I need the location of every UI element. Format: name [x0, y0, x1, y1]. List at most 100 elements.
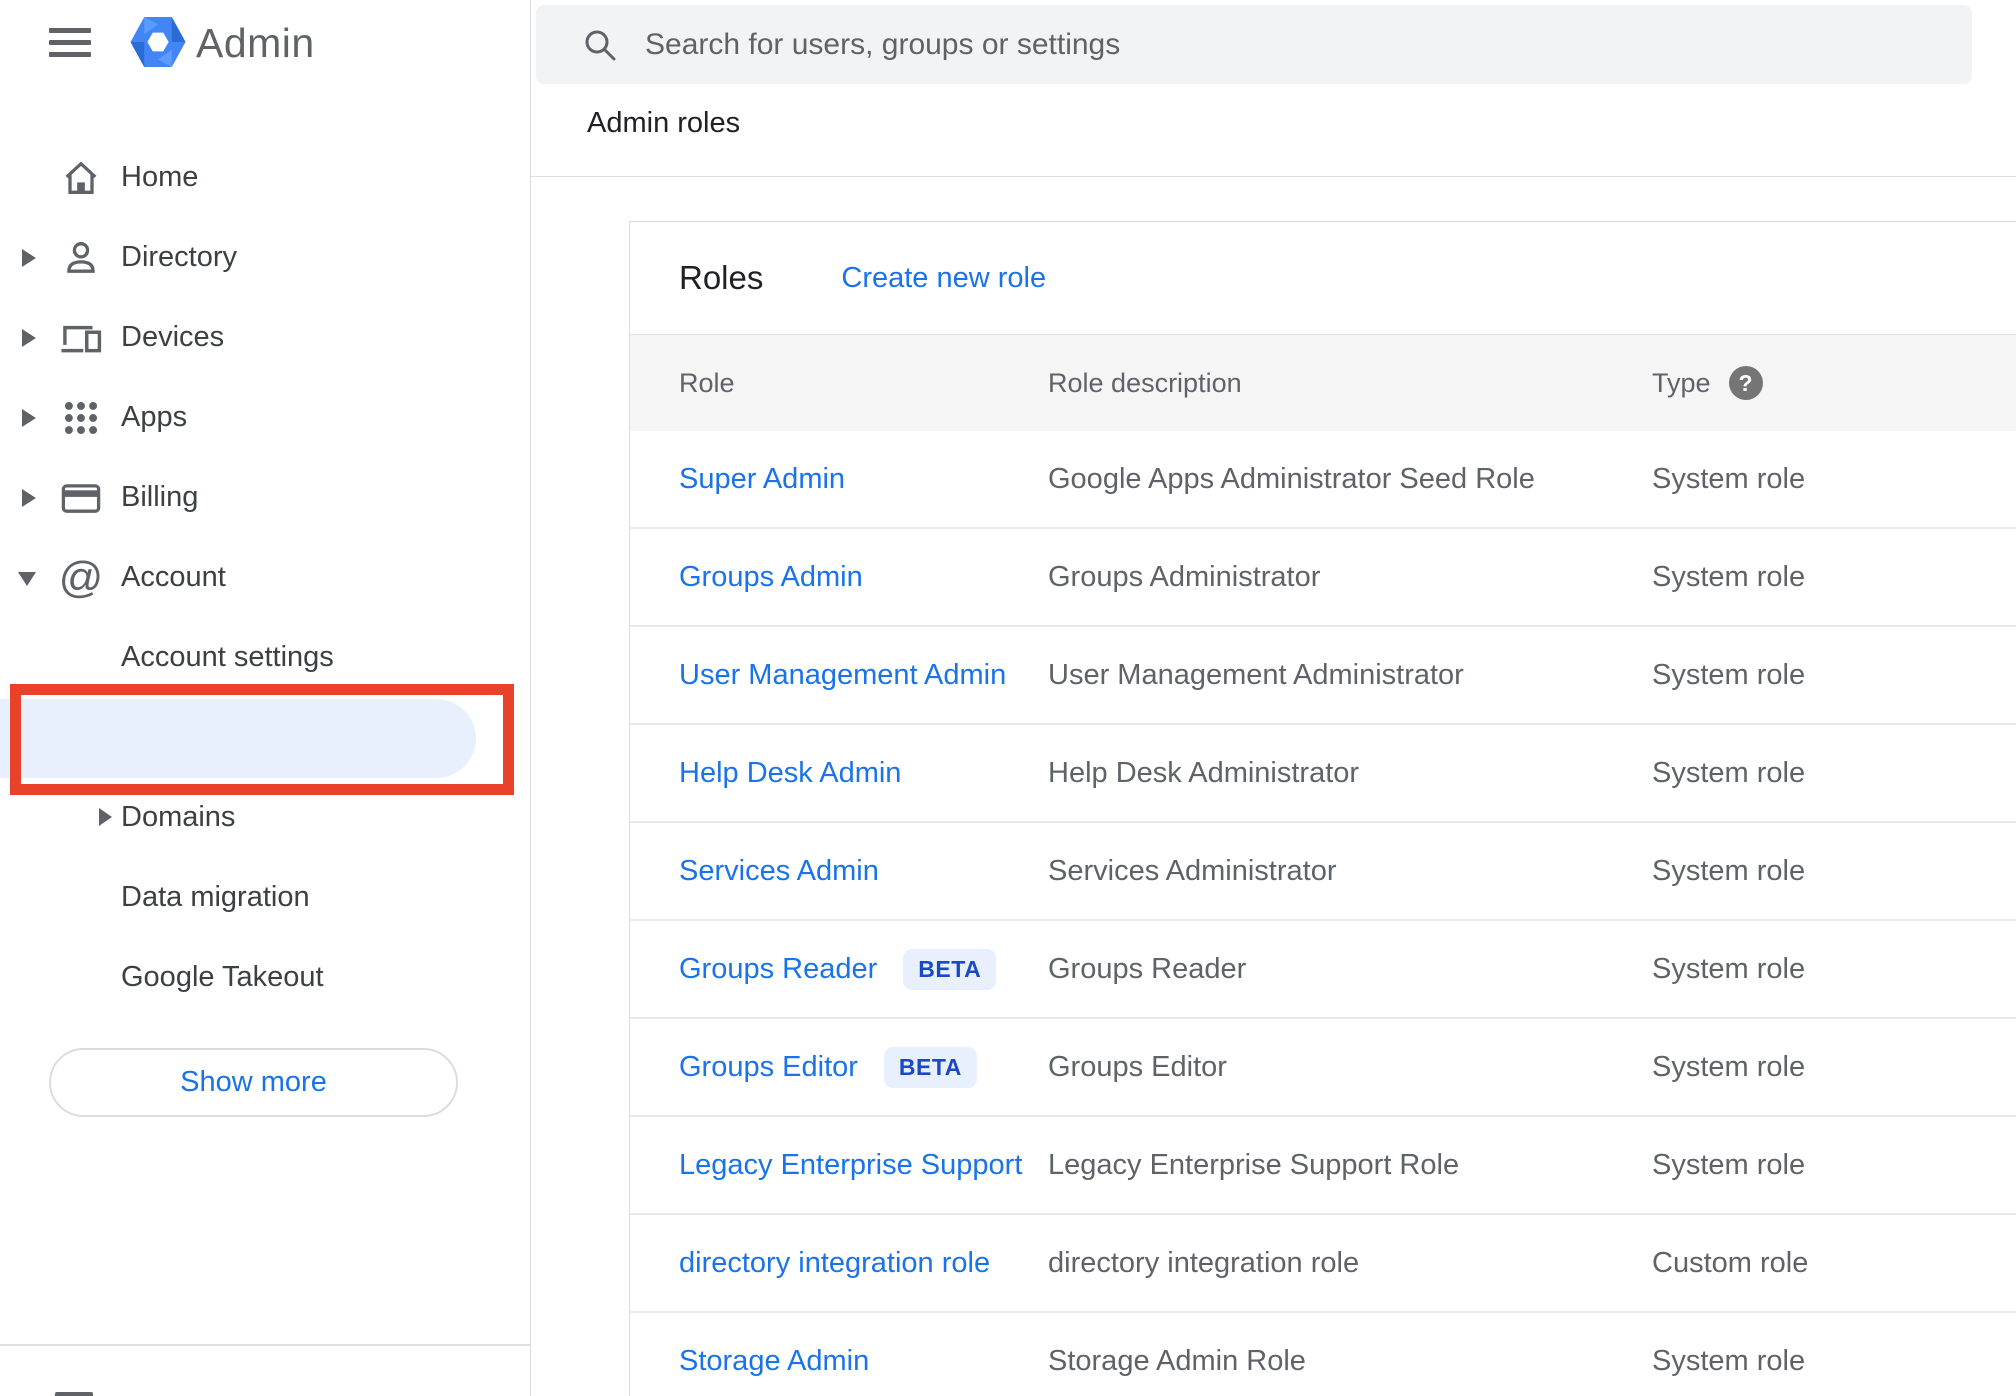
- table-row: directory integration role directory int…: [630, 1215, 2016, 1313]
- hamburger-menu-icon[interactable]: [49, 28, 91, 58]
- expand-caret-icon[interactable]: [22, 489, 36, 507]
- role-link[interactable]: Storage Admin: [679, 1345, 869, 1378]
- beta-badge: BETA: [883, 1046, 977, 1088]
- role-link[interactable]: Groups Reader: [679, 953, 877, 986]
- role-type: System role: [1652, 1050, 1806, 1083]
- home-icon: [58, 155, 104, 201]
- table-header-row: Role Role description Type ?: [630, 334, 2016, 431]
- roles-card: Roles Create new role Role Role descript…: [629, 221, 2016, 1396]
- role-link[interactable]: Help Desk Admin: [679, 757, 901, 790]
- sidebar-item-label: Account: [121, 560, 226, 593]
- sidebar-item-label: Account settings: [121, 640, 334, 673]
- sidebar-item-label: Data migration: [121, 880, 310, 913]
- breadcrumb: Admin roles: [587, 107, 741, 139]
- at-icon: @: [58, 553, 104, 602]
- apps-grid-icon: [58, 395, 104, 441]
- role-type: System role: [1652, 854, 1806, 887]
- search-input[interactable]: [645, 27, 1845, 62]
- cutoff-icon: [55, 1392, 93, 1396]
- sidebar-item-account[interactable]: @ Account: [0, 537, 530, 617]
- sidebar-item-label: Home: [121, 160, 199, 193]
- column-header-description: Role description: [1048, 367, 1242, 398]
- card-title: Roles: [679, 259, 764, 296]
- breadcrumb-bar: Admin roles: [531, 84, 2016, 177]
- role-description: Storage Admin Role: [1048, 1344, 1306, 1377]
- sidebar-item-label: Directory: [121, 240, 238, 273]
- search-bar[interactable]: [536, 5, 1972, 84]
- role-link[interactable]: Services Admin: [679, 855, 879, 888]
- role-description: Services Administrator: [1048, 854, 1337, 887]
- sidebar-item-account-settings[interactable]: Account settings: [0, 617, 530, 697]
- table-row: Help Desk Admin Help Desk Administrator …: [630, 725, 2016, 823]
- table-row: Storage Admin Storage Admin Role System …: [630, 1313, 2016, 1396]
- sidebar-item-label: Domains: [121, 800, 236, 833]
- roles-card-header: Roles Create new role: [630, 222, 2016, 334]
- help-icon[interactable]: ?: [1728, 366, 1763, 400]
- sidebar-item-label: Devices: [121, 320, 225, 353]
- main-content: Admin roles Roles Create new role Role R…: [530, 0, 2016, 1396]
- table-row: User Management Admin User Management Ad…: [630, 627, 2016, 725]
- role-description: Groups Administrator: [1048, 560, 1321, 593]
- table-row: Services Admin Services Administrator Sy…: [630, 823, 2016, 921]
- role-description: directory integration role: [1048, 1246, 1360, 1279]
- create-new-role-link[interactable]: Create new role: [841, 262, 1046, 295]
- sidebar-nav: Home Directory Devices Apps Billing @ Ac…: [0, 137, 530, 1017]
- role-type: System role: [1652, 560, 1806, 593]
- show-more-button[interactable]: Show more: [49, 1048, 458, 1117]
- table-row: Groups Reader BETA Groups Reader System …: [630, 921, 2016, 1019]
- sidebar-bottom-divider: [0, 1344, 530, 1346]
- role-link[interactable]: Super Admin: [679, 463, 845, 496]
- billing-card-icon: [58, 475, 104, 521]
- table-row: Super Admin Google Apps Administrator Se…: [630, 431, 2016, 529]
- role-link[interactable]: Legacy Enterprise Support: [679, 1149, 1022, 1182]
- person-icon: [58, 235, 104, 281]
- sidebar-item-home[interactable]: Home: [0, 137, 530, 217]
- role-link[interactable]: Groups Admin: [679, 561, 863, 594]
- sidebar-item-domains[interactable]: Domains: [0, 777, 530, 857]
- role-description: Groups Reader: [1048, 952, 1247, 985]
- role-type: System role: [1652, 462, 1806, 495]
- column-header-role: Role: [679, 367, 735, 398]
- sidebar-item-label: Google Takeout: [121, 960, 324, 993]
- role-type: Custom role: [1652, 1246, 1809, 1279]
- role-description: Google Apps Administrator Seed Role: [1048, 462, 1535, 495]
- sidebar-item-google-takeout[interactable]: Google Takeout: [0, 937, 530, 1017]
- role-description: Legacy Enterprise Support Role: [1048, 1148, 1460, 1181]
- role-type: System role: [1652, 1148, 1806, 1181]
- table-row: Groups Editor BETA Groups Editor System …: [630, 1019, 2016, 1117]
- role-description: Groups Editor: [1048, 1050, 1227, 1083]
- admin-logo-icon: [128, 11, 188, 73]
- beta-badge: BETA: [903, 948, 997, 990]
- sidebar-item-devices[interactable]: Devices: [0, 297, 530, 377]
- sidebar-item-apps[interactable]: Apps: [0, 377, 530, 457]
- expand-caret-icon[interactable]: [22, 409, 36, 427]
- sidebar-item-data-migration[interactable]: Data migration: [0, 857, 530, 937]
- devices-icon: [58, 315, 104, 361]
- table-row: Groups Admin Groups Administrator System…: [630, 529, 2016, 627]
- role-link[interactable]: User Management Admin: [679, 659, 1006, 692]
- column-header-type: Type ?: [1652, 366, 2016, 400]
- table-row: Legacy Enterprise Support Legacy Enterpr…: [630, 1117, 2016, 1215]
- search-icon: [585, 30, 616, 60]
- app-header: Admin: [0, 0, 530, 84]
- sidebar-item-label: Apps: [121, 400, 188, 433]
- sidebar-item-label: Billing: [121, 480, 199, 513]
- selected-item-highlight: [0, 699, 476, 778]
- app-title: Admin: [196, 20, 315, 66]
- role-type: System role: [1652, 756, 1806, 789]
- expand-caret-icon[interactable]: [22, 329, 36, 347]
- role-description: User Management Administrator: [1048, 658, 1464, 691]
- column-header-type-label: Type: [1652, 367, 1711, 398]
- sidebar: Admin Home Directory Devices Apps Billin…: [0, 0, 530, 1396]
- expand-caret-icon[interactable]: [22, 249, 36, 267]
- expand-caret-icon[interactable]: [99, 808, 112, 826]
- role-type: System role: [1652, 658, 1806, 691]
- role-type: System role: [1652, 952, 1806, 985]
- admin-console: Admin Home Directory Devices Apps Billin…: [0, 0, 2016, 1396]
- sidebar-item-billing[interactable]: Billing: [0, 457, 530, 537]
- sidebar-item-directory[interactable]: Directory: [0, 217, 530, 297]
- role-link[interactable]: Groups Editor: [679, 1051, 858, 1084]
- role-description: Help Desk Administrator: [1048, 756, 1360, 789]
- collapse-caret-icon[interactable]: [18, 572, 36, 586]
- role-link[interactable]: directory integration role: [679, 1247, 990, 1280]
